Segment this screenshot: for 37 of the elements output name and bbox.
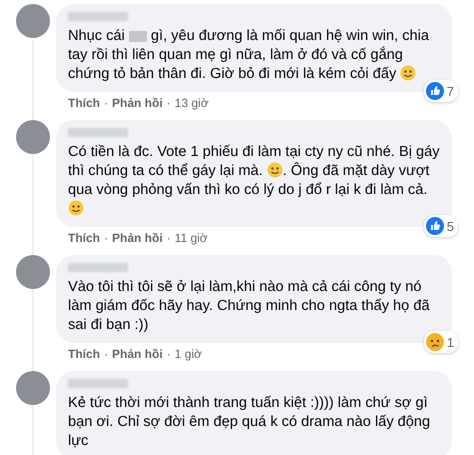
- comment-text: Kẻ tức thời mới thành trang tuấn kiệt :)))) làm chứ sợ gì bạn ơi. Chỉ sợ đời êm đẹp quá k có drama nào lấy động lực: [68, 394, 432, 451]
- reply-link[interactable]: Phản hồi: [112, 347, 163, 361]
- separator-dot: ·: [104, 347, 108, 361]
- reaction-badge[interactable]: 1: [424, 331, 458, 353]
- separator-dot: ·: [166, 96, 171, 110]
- reaction-badge[interactable]: 5: [424, 215, 458, 237]
- comment-time: 13 giờ: [174, 96, 209, 110]
- avatar[interactable]: [16, 4, 50, 38]
- separator-dot: ·: [166, 231, 171, 245]
- avatar[interactable]: [16, 120, 50, 154]
- like-link[interactable]: Thích: [68, 231, 100, 245]
- comment-time: 1 giờ: [174, 347, 202, 361]
- redacted-word: [128, 30, 147, 42]
- separator-dot: ·: [166, 347, 171, 361]
- reply-link[interactable]: Phản hồi: [112, 96, 163, 110]
- emoji-icon: [266, 162, 283, 178]
- comment-time: 11 giờ: [174, 231, 208, 245]
- redacted-name: [68, 12, 128, 21]
- redacted-name: [68, 128, 128, 137]
- avatar[interactable]: [16, 255, 50, 289]
- emoji-icon: [68, 200, 84, 216]
- reaction-count: 5: [446, 218, 454, 234]
- sad-face-icon: [426, 333, 444, 351]
- thumbs-up-icon: [426, 82, 444, 100]
- redacted-name: [68, 379, 128, 388]
- reaction-badge[interactable]: 7: [424, 80, 458, 102]
- like-link[interactable]: Thích: [68, 347, 100, 361]
- redacted-name: [68, 263, 128, 272]
- reaction-count: 7: [446, 84, 454, 98]
- thumbs-up-icon: [426, 217, 444, 235]
- like-link[interactable]: Thích: [68, 96, 100, 110]
- reply-link[interactable]: Phản hồi: [112, 231, 163, 245]
- separator-dot: ·: [104, 231, 108, 245]
- emoji-icon: [400, 65, 416, 81]
- avatar[interactable]: [16, 371, 50, 405]
- reaction-count: 1: [446, 334, 454, 350]
- separator-dot: ·: [104, 96, 108, 110]
